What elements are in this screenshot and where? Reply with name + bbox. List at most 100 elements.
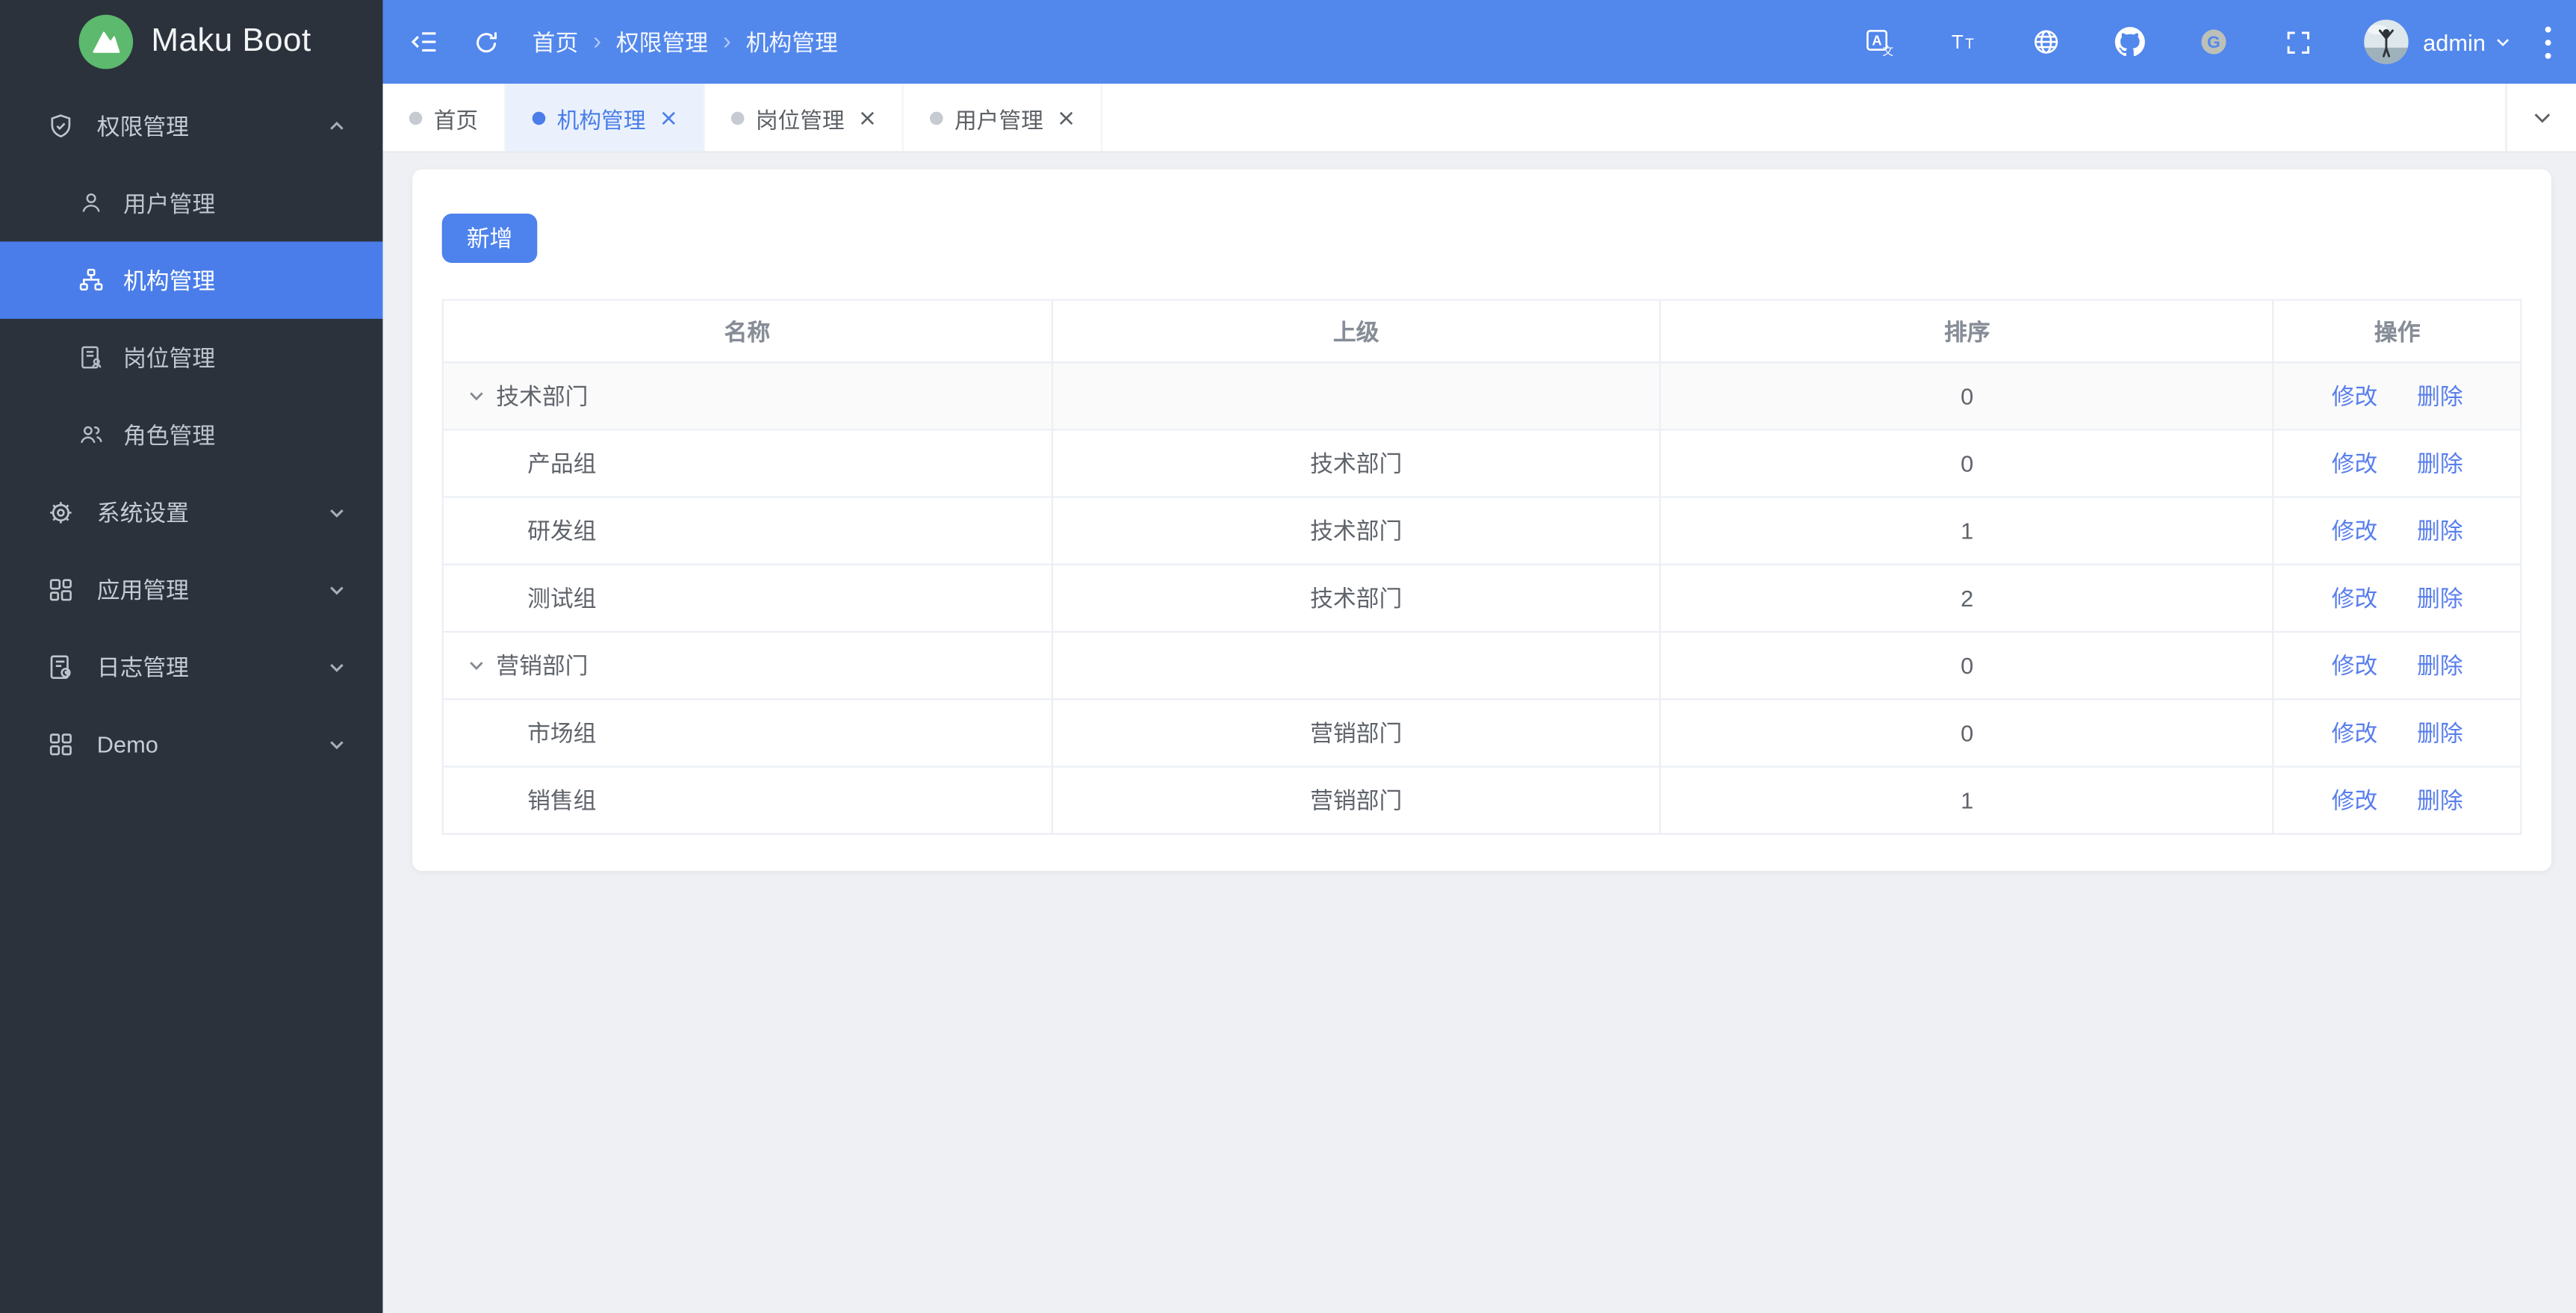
page-content: 新增 名称 上级 排序 操作 技术部门 0 修改 删除 产品组 技术部门 0 修改 删除 研发组技…	[382, 152, 2576, 1313]
breadcrumb-separator: ›	[722, 28, 731, 56]
sidebar-item-label: 用户管理	[122, 190, 216, 217]
delete-link[interactable]: 删除	[2417, 450, 2463, 477]
edit-link[interactable]: 修改	[2332, 450, 2378, 477]
chevron-down-icon	[327, 580, 347, 599]
tab-options-chevron-icon[interactable]	[2505, 84, 2576, 152]
translate-icon[interactable]: A文	[1856, 19, 1902, 65]
org-sort-cell: 0	[1660, 699, 2275, 768]
tab-user-management[interactable]: 用户管理	[904, 84, 1102, 152]
refresh-icon[interactable]	[463, 19, 509, 65]
github-icon[interactable]	[2108, 19, 2154, 65]
column-header-parent: 上级	[1052, 299, 1662, 364]
sidebar-item-system-settings[interactable]: 系统设置	[0, 474, 383, 550]
font-size-icon[interactable]: TT	[1940, 19, 1986, 65]
table-row: 销售组 营销部门 1 修改 删除	[442, 766, 2521, 834]
delete-link[interactable]: 删除	[2417, 720, 2463, 746]
org-parent-cell	[1052, 362, 1662, 431]
edit-link[interactable]: 修改	[2332, 720, 2378, 746]
sidebar-menu: 权限管理 用户管理 机构管理 岗位管理 角色管理 系统设置 应用管理 日志管理 …	[0, 87, 383, 783]
chevron-down-icon	[327, 502, 347, 521]
sidebar-item-label: 角色管理	[122, 421, 216, 448]
globe-icon[interactable]	[2024, 19, 2070, 65]
apps-grid-icon	[46, 574, 76, 604]
sidebar-item-app-management[interactable]: 应用管理	[0, 550, 383, 627]
tab-label: 岗位管理	[755, 108, 845, 133]
sidebar-item-label: 权限管理	[96, 112, 189, 139]
chevron-up-icon	[327, 116, 347, 135]
more-options-icon[interactable]	[2543, 24, 2553, 60]
post-doc-icon	[77, 344, 105, 371]
tab-dot	[532, 111, 546, 125]
tab-bar: 首页 机构管理 岗位管理 用户管理	[382, 84, 2576, 153]
table-row: 营销部门 0 修改 删除	[442, 631, 2521, 701]
sidebar-item-label: 应用管理	[96, 576, 189, 603]
tab-dot	[730, 111, 745, 125]
sidebar-item-roles[interactable]: 角色管理	[0, 396, 383, 473]
delete-link[interactable]: 删除	[2417, 787, 2463, 813]
column-header-sort: 排序	[1660, 299, 2275, 364]
edit-link[interactable]: 修改	[2332, 585, 2378, 611]
close-tab-icon[interactable]	[859, 109, 875, 125]
sidebar-item-orgs[interactable]: 机构管理	[0, 241, 383, 319]
tab-post-management[interactable]: 岗位管理	[705, 84, 904, 152]
sidebar-item-log-management[interactable]: 日志管理	[0, 627, 383, 704]
chevron-down-icon	[327, 656, 347, 676]
add-button[interactable]: 新增	[441, 214, 538, 264]
avatar[interactable]	[2363, 19, 2409, 64]
logo[interactable]: Maku Boot	[0, 0, 383, 84]
delete-link[interactable]: 删除	[2417, 383, 2463, 409]
column-header-name: 名称	[442, 299, 1053, 364]
delete-link[interactable]: 删除	[2417, 652, 2463, 678]
tab-label: 用户管理	[954, 108, 1043, 133]
close-tab-icon[interactable]	[1058, 109, 1075, 125]
user-icon	[77, 189, 105, 217]
svg-text:T: T	[1965, 37, 1974, 52]
org-table: 名称 上级 排序 操作 技术部门 0 修改 删除 产品组 技术部门 0 修改 删除 研发组 技术部门…	[441, 299, 2522, 835]
close-tab-icon[interactable]	[660, 109, 677, 125]
svg-text:A: A	[1872, 32, 1882, 48]
tab-dot	[409, 111, 423, 125]
edit-link[interactable]: 修改	[2332, 787, 2378, 813]
roles-icon	[77, 420, 105, 448]
org-chart-icon	[77, 266, 105, 294]
main-area: 首页 › 权限管理 › 机构管理 A文 TT G admin 首页 机构管理 岗…	[382, 0, 2576, 1313]
sidebar-item-permissions[interactable]: 权限管理	[0, 87, 383, 164]
edit-link[interactable]: 修改	[2332, 518, 2378, 544]
breadcrumb-home[interactable]: 首页	[533, 25, 579, 58]
table-header-row: 名称 上级 排序 操作	[442, 299, 2521, 364]
sidebar-item-label: 系统设置	[96, 498, 189, 525]
edit-link[interactable]: 修改	[2332, 652, 2378, 678]
sidebar: Maku Boot 权限管理 用户管理 机构管理 岗位管理 角色管理 系统设置 …	[0, 0, 383, 1313]
svg-text:文: 文	[1883, 46, 1894, 58]
tab-label: 首页	[433, 108, 479, 133]
expand-toggle-icon[interactable]	[467, 656, 486, 675]
user-menu[interactable]: admin	[2423, 29, 2512, 55]
org-parent-cell	[1052, 631, 1662, 701]
collapse-sidebar-icon[interactable]	[401, 19, 447, 65]
svg-text:G: G	[2208, 33, 2221, 52]
table-row: 产品组 技术部门 0 修改 删除	[442, 429, 2521, 498]
username: admin	[2423, 28, 2486, 55]
gitee-icon[interactable]: G	[2191, 19, 2238, 65]
sidebar-item-demo[interactable]: Demo	[0, 705, 383, 782]
org-parent-cell: 技术部门	[1052, 564, 1662, 633]
edit-link[interactable]: 修改	[2332, 383, 2378, 409]
tab-label: 机构管理	[556, 108, 646, 133]
sidebar-item-label: 岗位管理	[122, 344, 216, 371]
org-name-cell: 产品组	[527, 450, 597, 477]
org-parent-cell: 营销部门	[1052, 766, 1662, 834]
tab-home[interactable]: 首页	[383, 84, 506, 152]
fullscreen-icon[interactable]	[2275, 19, 2321, 65]
sidebar-item-users[interactable]: 用户管理	[0, 164, 383, 241]
demo-grid-icon	[46, 729, 76, 759]
shield-check-icon	[46, 111, 76, 141]
breadcrumb-permissions[interactable]: 权限管理	[616, 25, 708, 58]
sidebar-item-posts[interactable]: 岗位管理	[0, 319, 383, 396]
org-management-card: 新增 名称 上级 排序 操作 技术部门 0 修改 删除 产品组 技术部门 0 修改 删除 研发组技…	[412, 169, 2552, 872]
delete-link[interactable]: 删除	[2417, 585, 2463, 611]
expand-toggle-icon[interactable]	[467, 386, 486, 406]
tab-org-management[interactable]: 机构管理	[506, 84, 705, 152]
maku-logo-icon	[78, 14, 134, 69]
org-sort-cell: 2	[1660, 564, 2275, 633]
delete-link[interactable]: 删除	[2417, 518, 2463, 544]
